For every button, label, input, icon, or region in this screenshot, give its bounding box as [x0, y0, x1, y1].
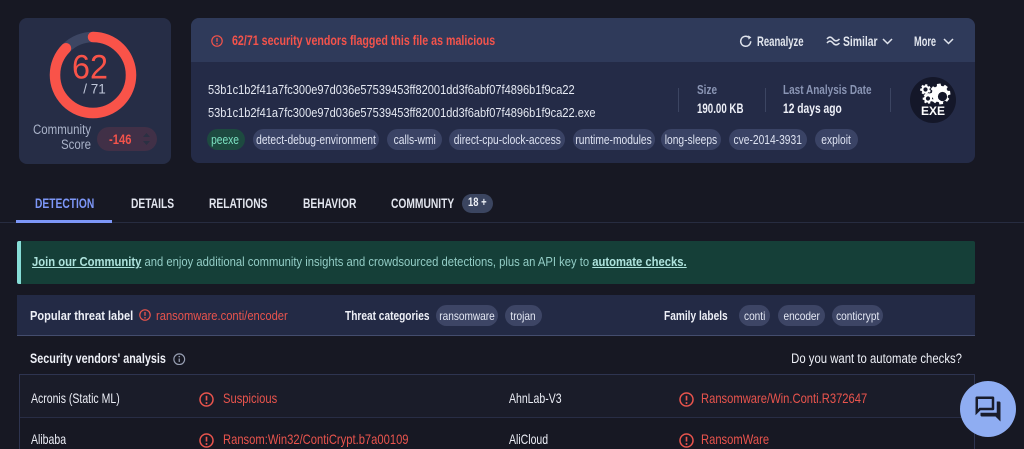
svg-text:EXE: EXE — [921, 104, 945, 118]
